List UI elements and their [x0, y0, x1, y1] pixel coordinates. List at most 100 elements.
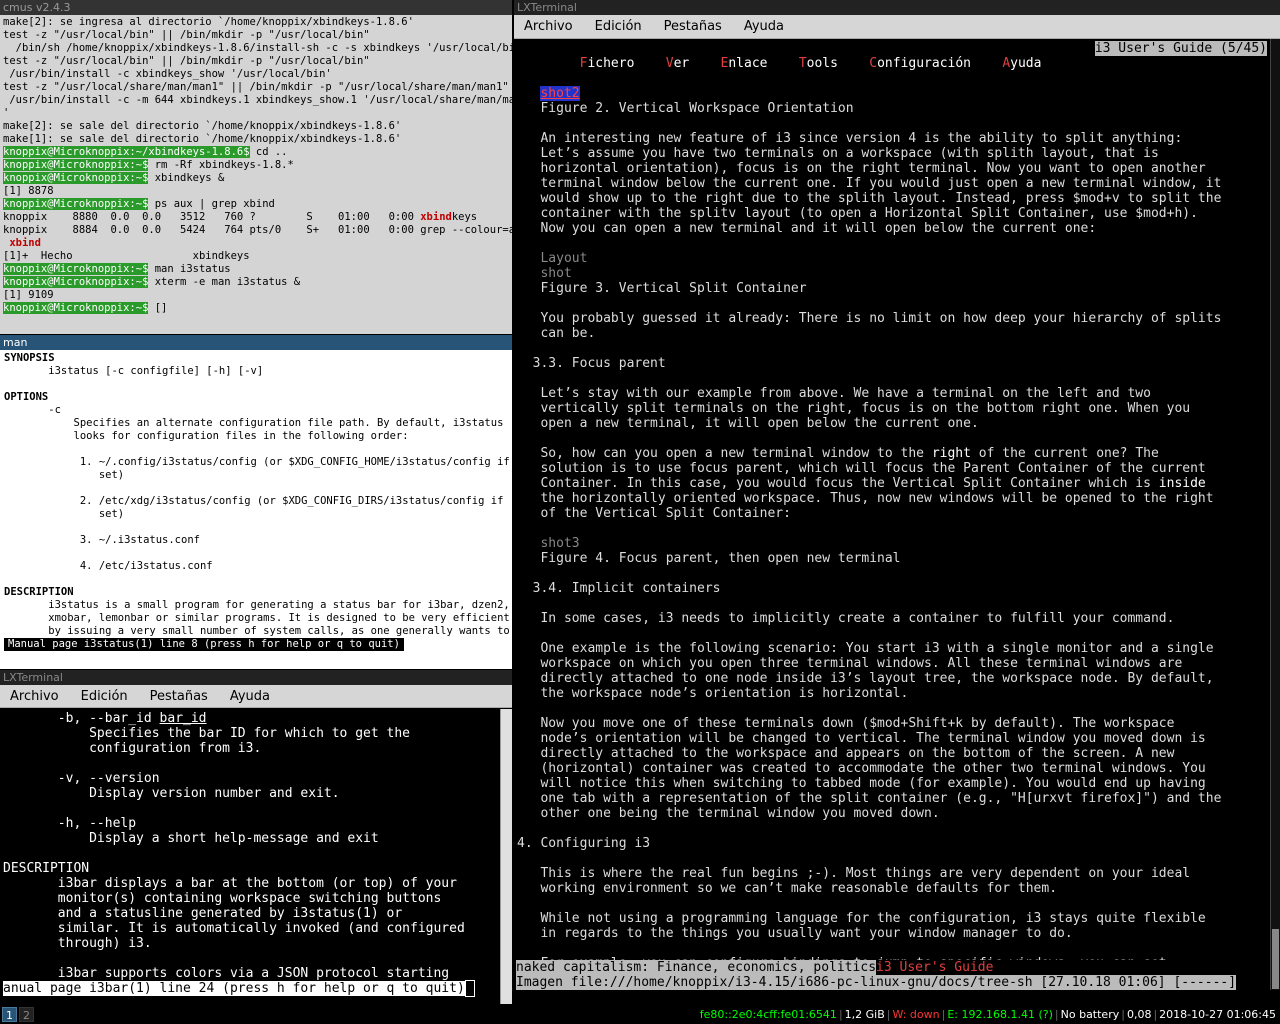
document-line: ​ [517, 116, 1267, 131]
cmus-terminal-output[interactable]: make[2]: se ingresa al directorio `/home… [0, 15, 512, 334]
lxterminal-left-output[interactable]: -b, --bar_id bar_id Specifies the bar ID… [0, 709, 500, 1004]
lxterminal-left-window[interactable]: LXTerminal Archivo Edición Pestañas Ayuda -… [0, 670, 512, 1004]
links-menu-item[interactable]: Tools [799, 56, 838, 71]
shell-prompt: knoppix@Microknoppix:~$ [3, 198, 149, 210]
document-line: One example is the following scenario: Y… [517, 641, 1214, 656]
document-line: Layout [517, 251, 588, 266]
grep-match: xbind [420, 211, 452, 223]
status-item: 1,2 GiB [844, 1008, 885, 1021]
document-line: ​ [517, 521, 1267, 536]
document-line: Let’s stay with our example from above. … [517, 386, 1151, 401]
document-line: Figure 4. Focus parent, then open new te… [517, 551, 901, 566]
man-status-line-i3bar: anual page i3bar(1) line 24 (press h for… [3, 981, 465, 996]
document-line: ​ [517, 431, 1267, 446]
lxterminal-right-window[interactable]: LXTerminal Archivo Edición Pestañas Ayuda F… [514, 0, 1280, 1004]
menu-archivo[interactable]: Archivo [6, 689, 63, 704]
shell-prompt: knoppix@Microknoppix:~$ [3, 302, 149, 314]
terminal-line: make[2]: se ingresa al directorio `/home… [3, 16, 414, 28]
status-item: No battery [1060, 1008, 1120, 1021]
terminal-line: test -z "/usr/local/bin" || /bin/mkdir -… [3, 55, 370, 67]
document-line: open a new terminal, it will open below … [517, 416, 979, 431]
status-item: W: down [892, 1008, 940, 1021]
document-line: terminal window below the current one. I… [517, 176, 1222, 191]
man-line: ​ [4, 573, 508, 586]
man-page-content[interactable]: SYNOPSIS i3status [-c configfile] [-h] [… [0, 350, 512, 669]
links-menu-item[interactable]: Ver [666, 56, 689, 71]
menu-ayuda[interactable]: Ayuda [740, 19, 788, 34]
terminal-line: /usr/bin/install -c -m 644 xbindkeys.1 x… [3, 94, 512, 106]
man-line: looks for configuration files in the fol… [4, 430, 409, 442]
menu-pestanas[interactable]: Pestañas [146, 689, 212, 704]
links-menu-item[interactable]: Enlace [721, 56, 768, 71]
man-section-heading: DESCRIPTION [4, 586, 74, 598]
document-line: This is where the real fun begins ;-). M… [517, 866, 1191, 881]
links-browser-content[interactable]: Fichero Ver Enlace Tools Configuración A… [514, 39, 1270, 1004]
document-line: Now you can open a new terminal and it w… [517, 221, 1097, 236]
shell-prompt: knoppix@Microknoppix:~$ [3, 276, 149, 288]
scrollbar-thumb[interactable] [1272, 929, 1279, 989]
document-line: directly attached to the workspace and a… [517, 746, 1175, 761]
man-line: 4. /etc/i3status.conf [4, 560, 213, 572]
terminal-line: similar. It is automatically invoked (an… [3, 921, 465, 936]
document-line: ​ [517, 821, 1267, 836]
status-item: 0,08 [1126, 1008, 1152, 1021]
man-line: ​ [4, 443, 508, 456]
man-line: by issuing a very small number of system… [4, 625, 510, 637]
menu-pestanas[interactable]: Pestañas [660, 19, 726, 34]
document-line: working environment so we can’t make rea… [517, 881, 1058, 896]
document-line: 3.3. Focus parent [517, 356, 666, 371]
lxterminal-right-scrollbar[interactable] [1270, 39, 1280, 990]
document-line: can be. [517, 326, 596, 341]
shell-prompt: knoppix@Microknoppix:~$ [3, 172, 149, 184]
terminal-line: ' [3, 107, 10, 119]
document-line: shot [517, 266, 572, 281]
link-status: naked capitalism: Finance, economics, po… [516, 960, 877, 975]
menu-edicion[interactable]: Edición [77, 689, 132, 704]
document-line: In some cases, i3 needs to implicitly cr… [517, 611, 1175, 626]
terminal-line: Display version number and exit. [3, 786, 340, 801]
man-line: ​ [4, 378, 508, 391]
document-line: While not using a programming language f… [517, 911, 1206, 926]
lxterminal-right-titlebar[interactable]: LXTerminal [514, 0, 1280, 15]
links-menu-item[interactable]: Ayuda [1002, 56, 1041, 71]
terminal-line: make[1]: se sale del directorio `/home/k… [3, 133, 402, 145]
lxterminal-left-scrollbar[interactable] [500, 709, 512, 1004]
menu-archivo[interactable]: Archivo [520, 19, 577, 34]
links-menu-item[interactable]: Fichero [580, 56, 635, 71]
cmus-window[interactable]: cmus v2.4.3 make[2]: se ingresa al direc… [0, 0, 512, 334]
terminal-line: i3bar displays a bar at the bottom (or t… [3, 876, 457, 891]
cmus-titlebar[interactable]: cmus v2.4.3 [0, 0, 512, 15]
man-line: Specifies an alternate configuration fil… [4, 417, 504, 429]
document-line: ​ [517, 371, 1267, 386]
document-line: solution is to use focus parent, which w… [517, 461, 1206, 476]
workspace-button-1[interactable]: 1 [2, 1007, 17, 1022]
workspace-button-2[interactable]: 2 [19, 1007, 34, 1022]
document-line: 3.4. Implicit containers [517, 581, 721, 596]
man-line: ​ [4, 521, 508, 534]
document-line: would show up to the right due to the sp… [517, 191, 1222, 206]
man-titlebar[interactable]: man [0, 335, 512, 350]
shot2-link[interactable]: shot2 [540, 86, 580, 101]
document-line: Now you move one of these terminals down… [517, 716, 1175, 731]
document-line: ​ [517, 341, 1267, 356]
lxterminal-right-menubar: Archivo Edición Pestañas Ayuda [514, 15, 1280, 39]
terminal-line: -b, --bar_id bar_id [3, 711, 207, 726]
terminal-line: DESCRIPTION [3, 861, 90, 876]
terminal-line: test -z "/usr/local/bin" || /bin/mkdir -… [3, 29, 370, 41]
lxterminal-left-titlebar[interactable]: LXTerminal [0, 670, 512, 685]
links-menu-item[interactable]: Configuración [869, 56, 971, 71]
menu-ayuda[interactable]: Ayuda [226, 689, 274, 704]
document-line: ​ [517, 896, 1267, 911]
man-line: i3status is a small program for generati… [4, 599, 510, 611]
document-line: shot3 [517, 536, 580, 551]
menu-edicion[interactable]: Edición [591, 19, 646, 34]
man-window[interactable]: man SYNOPSIS i3status [-c configfile] [-… [0, 335, 512, 669]
terminal-line: ​ [3, 801, 497, 816]
i3status-line: fe80::2e0:4cff:fe01:6541 | 1,2 GiB | W: down… [699, 1008, 1276, 1021]
document-line: horizontal orientation), focus is on the… [517, 161, 1206, 176]
terminal-line: /bin/sh /home/knoppix/xbindkeys-1.8.6/in… [3, 42, 512, 54]
document-line: You probably guessed it already: There i… [517, 311, 1222, 326]
document-line: directly attached to one node inside i3’… [517, 671, 1214, 686]
document-line: ​ [517, 296, 1267, 311]
document-line: ​ [517, 566, 1267, 581]
